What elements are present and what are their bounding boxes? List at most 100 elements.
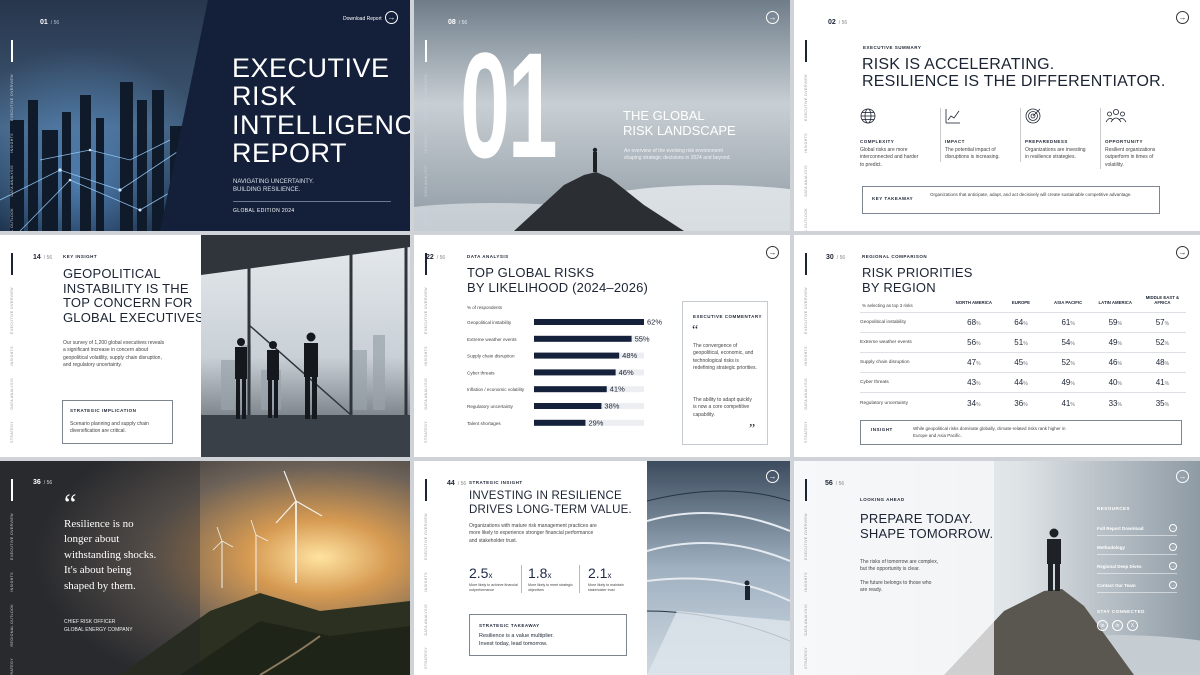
resource-link[interactable]: Regional Deep Dives → [1097, 559, 1177, 574]
vnav-item[interactable]: EXECUTIVE OVERVIEW [424, 74, 428, 121]
vnav-item[interactable]: DATA ANALYSIS [424, 604, 428, 635]
vnav-item[interactable]: INSIGHTS [10, 133, 14, 153]
table-row: Regulatory uncertainty 34% 36% 41% 33% 35% [860, 392, 1186, 413]
resource-link[interactable]: Full Report Download → [1097, 521, 1177, 536]
vnav-item[interactable]: STRATEGY [804, 647, 808, 669]
table-cell: 43% [950, 372, 998, 393]
vnav-item[interactable]: EXECUTIVE OVERVIEW [804, 513, 808, 560]
bar [534, 419, 586, 426]
page-title: RISK PRIORITIES BY REGION [862, 265, 973, 295]
table-cell: 49% [1091, 332, 1139, 353]
table-cell: 46% [1091, 352, 1139, 373]
bar [534, 335, 632, 342]
slide-data-analysis[interactable]: EXECUTIVE OVERVIEW INSIGHTS DATA ANALYSI… [414, 235, 790, 457]
vnav-item[interactable]: DATA ANALYSIS [804, 165, 808, 196]
next-arrow-icon[interactable]: → [1176, 246, 1189, 259]
vnav-item[interactable]: INSIGHTS [424, 133, 428, 153]
next-arrow-icon[interactable]: → [1176, 470, 1189, 483]
download-report-link[interactable]: Download Report [343, 16, 382, 22]
next-arrow-icon[interactable]: → [385, 11, 398, 24]
vertical-nav: EXECUTIVE OVERVIEW INSIGHTS DATA ANALYSI… [422, 40, 430, 231]
slide-section-divider[interactable]: EXECUTIVE OVERVIEW INSIGHTS DATA ANALYSI… [414, 0, 790, 231]
page-title: GEOPOLITICAL INSTABILITY IS THE TOP CONCER… [63, 266, 208, 325]
slide-executive-summary[interactable]: EXECUTIVE OVERVIEW INSIGHTS DATA ANALYSI… [794, 0, 1200, 231]
table-row-label: Supply chain disruption [860, 352, 951, 373]
bar-category-label: Geopolitical instability [467, 320, 512, 325]
linkedin-icon[interactable]: in [1097, 620, 1108, 631]
vnav-item[interactable]: EXECUTIVE OVERVIEW [424, 513, 428, 560]
next-arrow-icon[interactable]: → [766, 246, 779, 259]
globe-icon [860, 108, 876, 124]
body-text: Our survey of 1,200 global executives re… [63, 340, 165, 368]
quote-text: Resilience is no longer about withstanding… [64, 518, 157, 592]
pillar-text: The potential impact of disruptions is i… [945, 147, 1000, 161]
vnav-item[interactable]: STRATEGY [10, 658, 14, 675]
vnav-item[interactable]: DATA ANALYSIS [804, 604, 808, 635]
key-takeaway-box: KEY TAKEAWAY Organizations that anticipa… [862, 186, 1160, 214]
pillar-opportunity: OPPORTUNITY Resilient organizations outp… [1100, 108, 1180, 169]
table-cell: 49% [1044, 372, 1092, 393]
vnav-item[interactable]: DATA ANALYSIS [10, 378, 14, 409]
vnav-item[interactable]: DATA ANALYSIS [10, 165, 14, 196]
page-title: INVESTING IN RESILIENCE DRIVES LONG-TERM … [469, 490, 632, 516]
bar-category-label: Extreme weather events [467, 337, 517, 342]
pillar-text: Global risks are more interconnected and… [860, 147, 919, 168]
slide-cover[interactable]: EXECUTIVE OVERVIEW INSIGHTS DATA ANALYSI… [0, 0, 410, 231]
executive-commentary-box: EXECUTIVE COMMENTARY “ The convergence o… [682, 301, 768, 445]
table-cell: 64% [997, 312, 1045, 333]
vnav-item[interactable]: DATA ANALYSIS [804, 378, 808, 409]
next-arrow-icon[interactable]: → [766, 470, 779, 483]
slide-key-insight[interactable]: EXECUTIVE OVERVIEW INSIGHTS DATA ANALYSI… [0, 235, 410, 457]
slide-strategic-insight[interactable]: EXECUTIVE OVERVIEW INSIGHTS DATA ANALYSI… [414, 461, 790, 675]
vnav-item[interactable]: EXECUTIVE OVERVIEW [804, 74, 808, 121]
vnav-item[interactable]: EXECUTIVE OVERVIEW [424, 287, 428, 334]
vnav-item[interactable]: EXECUTIVE OVERVIEW [10, 74, 14, 121]
next-arrow-icon[interactable]: → [766, 11, 779, 24]
resource-link[interactable]: Methodology → [1097, 540, 1177, 555]
linkedin-icon[interactable]: in [1112, 620, 1123, 631]
vnav-item[interactable]: REGIONAL OUTLOOK [804, 208, 808, 231]
vnav-item[interactable]: INSIGHTS [804, 133, 808, 153]
vertical-nav: EXECUTIVE OVERVIEW INSIGHTS DATA ANALYSI… [422, 253, 430, 449]
chart-unit: % of respondents [467, 305, 503, 310]
vnav-item[interactable]: INSIGHTS [10, 346, 14, 366]
resource-link[interactable]: Contact Our Team → [1097, 578, 1177, 593]
strategic-takeaway-box: STRATEGIC TAKEAWAY Resilience is a value… [469, 614, 627, 656]
vnav-item[interactable]: REGIONAL OUTLOOK [10, 604, 14, 646]
vnav-item[interactable]: INSIGHTS [804, 346, 808, 366]
vnav-item[interactable]: EXECUTIVE OVERVIEW [10, 513, 14, 560]
slide-quote[interactable]: EXECUTIVE OVERVIEW INSIGHTS REGIONAL OUT… [0, 461, 410, 675]
vnav-item[interactable]: STRATEGY [804, 421, 808, 443]
pillar-complexity: COMPLEXITY Global risks are more interco… [860, 108, 940, 169]
box-text: The convergence of geopolitical, economi… [693, 343, 757, 371]
vnav-item[interactable]: STRATEGY [10, 421, 14, 443]
table-cell: 48% [1138, 352, 1186, 373]
strategic-implication-box: STRATEGIC IMPLICATION Scenario planning … [62, 400, 173, 444]
next-arrow-icon[interactable]: → [1176, 11, 1189, 24]
slide-closing[interactable]: EXECUTIVE OVERVIEW INSIGHTS DATA ANALYSI… [794, 461, 1200, 675]
vnav-item[interactable]: INSIGHTS [424, 346, 428, 366]
closing-text: The future belongs to those who are read… [860, 580, 932, 594]
vnav-item[interactable]: EXECUTIVE OVERVIEW [804, 287, 808, 334]
bar-category-label: Cyber threats [467, 370, 495, 375]
vnav-item[interactable]: DATA ANALYSIS [424, 378, 428, 409]
arrow-circle-icon: → [1169, 524, 1177, 532]
vnav-item[interactable]: DATA ANALYSIS [424, 165, 428, 196]
table-cell: 52% [1138, 332, 1186, 353]
x-icon[interactable]: X [1127, 620, 1138, 631]
table-cell: 34% [950, 392, 998, 413]
slide-regional-comparison[interactable]: EXECUTIVE OVERVIEW INSIGHTS DATA ANALYSI… [794, 235, 1200, 457]
vnav-item[interactable]: INSIGHTS [804, 572, 808, 592]
vnav-item[interactable]: REGIONAL OUTLOOK [10, 208, 14, 231]
quote-open-icon: “ [692, 323, 699, 338]
vnav-item[interactable]: INSIGHTS [10, 572, 14, 592]
vnav-item[interactable]: EXECUTIVE OVERVIEW [10, 287, 14, 334]
table-cell: 59% [1091, 312, 1139, 333]
page-number: 36/ 56 [33, 479, 53, 486]
resources-panel: RESOURCES Full Report Download → Methodol… [1097, 506, 1177, 631]
vnav-item[interactable]: STRATEGY [424, 421, 428, 443]
vnav-item[interactable]: STRATEGY [424, 647, 428, 669]
vnav-item[interactable]: INSIGHTS [424, 572, 428, 592]
vnav-item[interactable]: REGIONAL OUTLOOK [424, 208, 428, 231]
slide-grid: EXECUTIVE OVERVIEW INSIGHTS DATA ANALYSI… [0, 0, 1200, 675]
